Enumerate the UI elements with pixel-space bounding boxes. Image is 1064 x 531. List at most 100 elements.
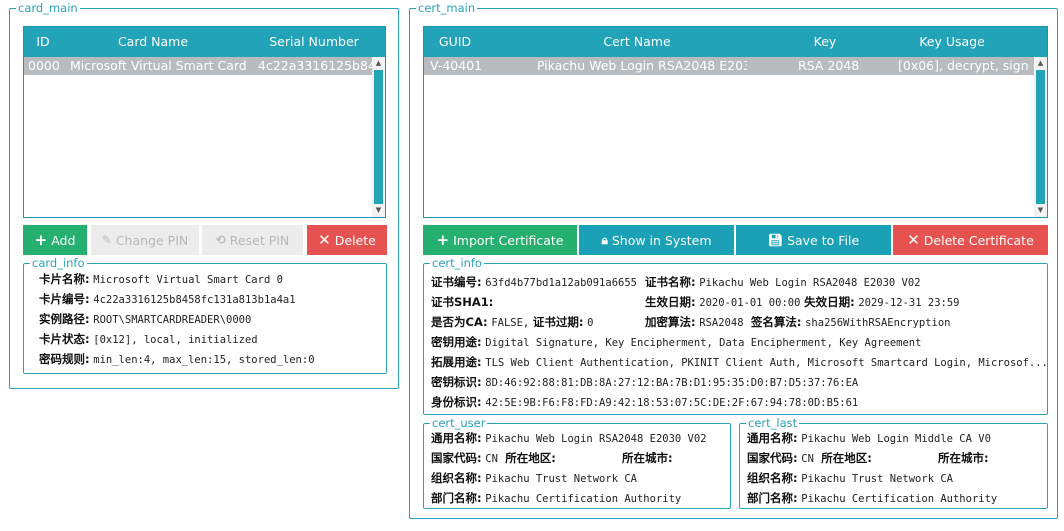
close-icon: ✕ xyxy=(907,231,920,249)
cert-last-line: 所在城市: xyxy=(938,450,989,466)
table-row[interactable]: V-40401 Pikachu Web Login RSA2048 E2030 … xyxy=(424,57,1035,75)
col-guid-header[interactable]: GUID xyxy=(424,27,486,57)
cert-info-line: 拓展用途: TLS Web Client Authentication, PKI… xyxy=(431,354,1048,370)
dept-value: Pikachu Certification Authority xyxy=(801,493,998,505)
col-key-header[interactable]: Key xyxy=(788,27,862,57)
reset-pin-button[interactable]: ⟲ Reset PIN xyxy=(202,225,303,255)
add-label: Add xyxy=(51,232,76,248)
delete-card-button[interactable]: ✕ Delete xyxy=(307,225,387,255)
card-name-label: 卡片名称: xyxy=(39,272,90,286)
scroll-down-icon[interactable]: ▼ xyxy=(1034,204,1047,217)
org-label: 组织名称: xyxy=(747,471,798,485)
card-status-label: 卡片状态: xyxy=(39,332,90,346)
reset-pin-label: Reset PIN xyxy=(229,232,290,248)
cert-main-title: cert_main xyxy=(416,1,478,15)
instance-path-label: 实例路径: xyxy=(39,312,90,326)
card-id-cell: 0000 xyxy=(28,58,60,73)
reset-icon: ⟲ xyxy=(215,233,226,247)
show-in-system-button[interactable]: 🔒︎ Show in System xyxy=(579,225,734,255)
card-main-title: card_main xyxy=(16,1,80,15)
cert-last-line: 组织名称: Pikachu Trust Network CA xyxy=(747,470,953,486)
valid-to-label: 失效日期: xyxy=(804,295,855,309)
cert-table[interactable]: GUID Cert Name Key Key Usage V-40401 Pik… xyxy=(423,26,1048,218)
save-label: Save to File xyxy=(787,232,860,248)
key-id-value: 8D:46:92:88:81:DB:8A:27:12:BA:7B:D1:95:3… xyxy=(485,377,859,389)
ext-usage-label: 拓展用途: xyxy=(431,355,482,369)
card-number-value: 4c22a3316125b8458fc131a813b1a4a1 xyxy=(93,294,296,306)
country-value: CN xyxy=(485,453,498,465)
cert-user-line: 所在城市: xyxy=(622,450,673,466)
card-table-scrollbar[interactable]: ▲ ▼ xyxy=(372,57,385,217)
cert-user-title: cert_user xyxy=(430,416,488,430)
cert-user-line: 组织名称: Pikachu Trust Network CA xyxy=(431,470,637,486)
subject-id-value: 42:5E:9B:F6:F8:FD:A9:42:18:53:07:5C:DE:2… xyxy=(485,397,859,409)
dept-value: Pikachu Certification Authority xyxy=(485,493,682,505)
card-info-group: card_info 卡片名称: Microsoft Virtual Smart … xyxy=(23,256,387,374)
expired-value: 0 xyxy=(587,317,594,329)
cert-key-cell: RSA 2048 xyxy=(798,58,860,73)
show-label: Show in System xyxy=(611,232,712,248)
table-row[interactable]: 0000 Microsoft Virtual Smart Card 0 4c22… xyxy=(24,57,373,75)
card-table[interactable]: ID Card Name Serial Number 0000 Microsof… xyxy=(23,26,386,218)
cert-name-value: Pikachu Web Login RSA2048 E2030 V02 xyxy=(699,277,921,289)
common-name-value: Pikachu Web Login Middle CA V0 xyxy=(801,433,991,445)
col-cert-name-header[interactable]: Cert Name xyxy=(486,27,788,57)
delete-certificate-button[interactable]: ✕ Delete Certificate xyxy=(893,225,1048,255)
change-pin-label: Change PIN xyxy=(115,232,189,248)
password-rule-value: min_len:4, max_len:15, stored_len:0 xyxy=(93,354,315,366)
cert-user-line: 通用名称: Pikachu Web Login RSA2048 E2030 V0… xyxy=(431,430,707,446)
scroll-up-icon[interactable]: ▲ xyxy=(1034,57,1047,70)
save-icon: 💾︎ xyxy=(767,233,784,247)
save-to-file-button[interactable]: 💾︎ Save to File xyxy=(736,225,891,255)
card-serial-cell: 4c22a3316125b845 xyxy=(258,58,373,73)
enc-alg-label: 加密算法: xyxy=(645,315,696,329)
add-card-button[interactable]: + Add xyxy=(23,225,87,255)
is-ca-value: FALSE, xyxy=(491,317,530,329)
cert-no-label: 证书编号: xyxy=(431,275,482,289)
key-usage-label: 密钥用途: xyxy=(431,335,482,349)
card-table-header: ID Card Name Serial Number xyxy=(24,27,385,57)
org-label: 组织名称: xyxy=(431,471,482,485)
cert-last-line: 国家代码: CN 所在地区: xyxy=(747,450,872,466)
card-info-line: 密码规则: min_len:4, max_len:15, stored_len:… xyxy=(39,351,315,367)
cert-last-title: cert_last xyxy=(746,416,800,430)
cert-info-line: 是否为CA: FALSE, 证书过期: 0 xyxy=(431,314,594,330)
expired-label: 证书过期: xyxy=(532,315,584,329)
cert-info-line: 证书SHA1: xyxy=(431,294,493,310)
country-label: 国家代码: xyxy=(747,451,798,465)
col-key-usage-header[interactable]: Key Usage xyxy=(862,27,1042,57)
instance-path-value: ROOT\SMARTCARDREADER\0000 xyxy=(93,314,252,326)
valid-from-value: 2020-01-01 00:00 xyxy=(699,297,801,309)
org-value: Pikachu Trust Network CA xyxy=(485,473,637,485)
import-certificate-button[interactable]: + Import Certificate xyxy=(423,225,577,255)
cert-table-scrollbar[interactable]: ▲ ▼ xyxy=(1034,57,1047,217)
card-main-group: card_main ID Card Name Serial Number 000… xyxy=(9,1,399,389)
cert-guid-cell: V-40401 xyxy=(430,58,483,73)
col-card-name-header[interactable]: Card Name xyxy=(62,27,244,57)
city-label: 所在城市: xyxy=(622,451,673,465)
key-id-label: 密钥标识: xyxy=(431,375,482,389)
cert-info-title: cert_info xyxy=(430,256,484,270)
sig-alg-value: sha256WithRSAEncryption xyxy=(805,317,951,329)
cert-info-line: 密钥标识: 8D:46:92:88:81:DB:8A:27:12:BA:7B:D… xyxy=(431,374,858,390)
common-name-label: 通用名称: xyxy=(747,431,798,445)
col-id-header[interactable]: ID xyxy=(24,27,62,57)
change-pin-button[interactable]: ✎ Change PIN xyxy=(91,225,199,255)
import-label: Import Certificate xyxy=(453,232,564,248)
country-value: CN xyxy=(801,453,814,465)
valid-to-value: 2029-12-31 23:59 xyxy=(858,297,960,309)
cert-user-line: 国家代码: CN 所在地区: xyxy=(431,450,556,466)
org-value: Pikachu Trust Network CA xyxy=(801,473,953,485)
sig-alg-label: 签名算法: xyxy=(750,315,802,329)
plus-icon: + xyxy=(34,231,48,249)
card-name-value: Microsoft Virtual Smart Card 0 xyxy=(93,274,283,286)
city-label: 所在城市: xyxy=(938,451,989,465)
scroll-up-icon[interactable]: ▲ xyxy=(372,57,385,70)
scroll-thumb[interactable] xyxy=(374,70,383,204)
col-serial-header[interactable]: Serial Number xyxy=(244,27,384,57)
scroll-thumb[interactable] xyxy=(1036,70,1045,204)
scroll-down-icon[interactable]: ▼ xyxy=(372,204,385,217)
card-info-title: card_info xyxy=(30,256,87,270)
common-name-label: 通用名称: xyxy=(431,431,482,445)
cert-info-line: 密钥用途: Digital Signature, Key Enciphermen… xyxy=(431,334,921,350)
